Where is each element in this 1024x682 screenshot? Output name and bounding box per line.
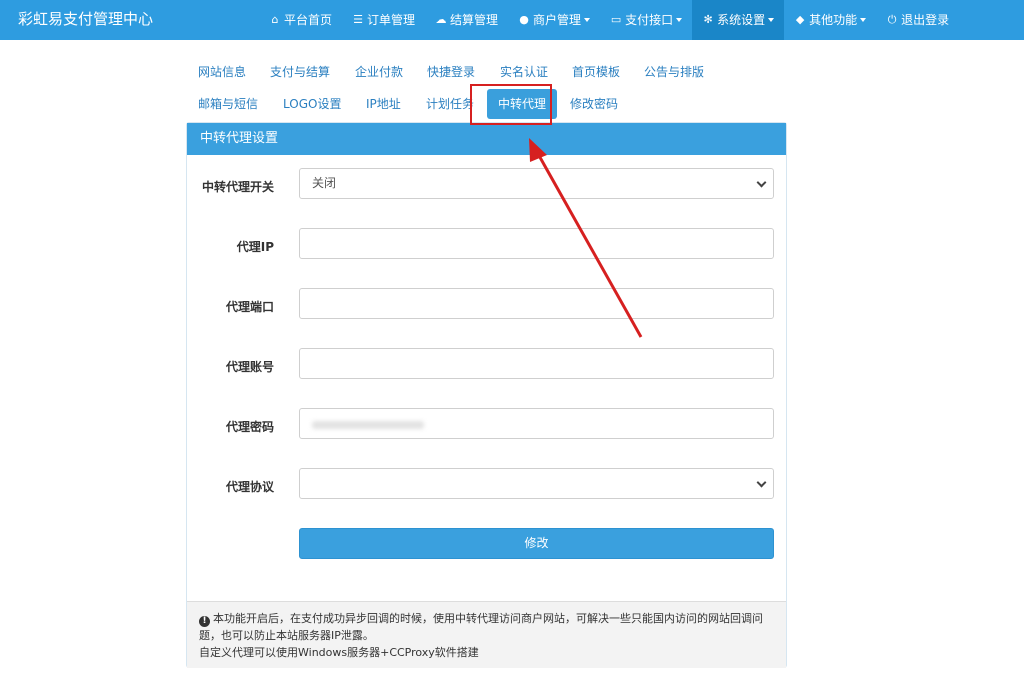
nav-item-label: 退出登录 <box>901 13 950 27</box>
help-text-1: 本功能开启后，在支付成功异步回调的时候，使用中转代理访问商户网站，可解决一些只能… <box>199 612 763 642</box>
power-icon: ⏻ <box>887 13 897 26</box>
panel-footer: ! 本功能开启后，在支付成功异步回调的时候，使用中转代理访问商户网站，可解决一些只… <box>187 601 786 668</box>
proxy-port-label: 代理端口 <box>225 300 274 314</box>
brand-title[interactable]: 彩虹易支付管理中心 <box>18 0 153 40</box>
nav-item-7[interactable]: ⏻ 退出登录 <box>876 0 959 40</box>
proxy-settings-panel: 中转代理设置 中转代理开关 关闭 代理IP 代理端口 代理账号 代理密码 代理协… <box>186 122 787 668</box>
nav-item-label: 支付接口 <box>625 13 674 27</box>
proxy-port-input[interactable] <box>299 288 774 319</box>
proxy-switch-label: 中转代理开关 <box>201 180 274 194</box>
proxy-protocol-label: 代理协议 <box>225 480 274 494</box>
tab-row2-2[interactable]: IP地址 <box>355 89 412 119</box>
nav-item-6[interactable]: ◆ 其他功能 <box>784 0 876 40</box>
nav-item-4[interactable]: ▭ 支付接口 <box>600 0 692 40</box>
nav-item-2[interactable]: ☁ 结算管理 <box>425 0 508 40</box>
home-icon: ⌂ <box>271 13 279 26</box>
proxy-password-label: 代理密码 <box>225 420 274 434</box>
redacted-password <box>312 421 424 429</box>
card-icon: ▭ <box>610 13 622 26</box>
nav-item-1[interactable]: ☰ 订单管理 <box>342 0 425 40</box>
caret-down-icon <box>584 18 591 22</box>
tab-row1-1[interactable]: 支付与结算 <box>259 57 341 87</box>
help-text-2: 自定义代理可以使用Windows服务器+CCProxy软件搭建 <box>199 646 479 659</box>
proxy-account-input[interactable] <box>299 348 774 379</box>
user-icon: ● <box>519 13 529 26</box>
proxy-switch-select[interactable]: 关闭 <box>299 168 774 199</box>
cube-icon: ◆ <box>795 13 805 26</box>
caret-down-icon <box>676 18 683 22</box>
tab-row2-0[interactable]: 邮箱与短信 <box>187 89 269 119</box>
nav-item-label: 系统设置 <box>717 13 766 27</box>
proxy-account-label: 代理账号 <box>225 360 274 374</box>
nav-item-0[interactable]: ⌂ 平台首页 <box>259 0 342 40</box>
nav-item-label: 其他功能 <box>809 13 858 27</box>
tab-row1-2[interactable]: 企业付款 <box>344 57 414 87</box>
caret-down-icon <box>768 18 775 22</box>
gear-icon: ✻ <box>703 13 713 26</box>
nav-item-label: 结算管理 <box>450 13 499 27</box>
proxy-switch-value: 关闭 <box>312 176 337 190</box>
tab-row1-6[interactable]: 公告与排版 <box>633 57 715 87</box>
main-nav: ⌂ 平台首页 ☰ 订单管理 ☁ 结算管理 ● 商户管理 ▭ 支付接口 ✻ 系统设置 ◆ 其他功能 ⏻ 退出登录 <box>259 0 959 40</box>
tab-row1-5[interactable]: 首页模板 <box>561 57 631 87</box>
nav-item-label: 平台首页 <box>284 13 333 27</box>
chevron-down-icon <box>756 177 767 188</box>
top-navbar: 彩虹易支付管理中心 ⌂ 平台首页 ☰ 订单管理 ☁ 结算管理 ● 商户管理 ▭ 支付接口 ✻ 系统设置… <box>0 0 1024 40</box>
caret-down-icon <box>860 18 867 22</box>
cloud-icon: ☁ <box>435 13 447 26</box>
list-icon: ☰ <box>353 13 363 26</box>
panel-title: 中转代理设置 <box>187 123 786 155</box>
proxy-protocol-select[interactable] <box>299 468 774 499</box>
proxy-password-input[interactable] <box>299 408 774 439</box>
tab-row1-4[interactable]: 实名认证 <box>489 57 559 87</box>
info-icon: ! <box>199 616 210 627</box>
tab-row1-0[interactable]: 网站信息 <box>187 57 257 87</box>
proxy-ip-label: 代理IP <box>236 240 274 254</box>
nav-item-label: 订单管理 <box>367 13 416 27</box>
tab-row1-3[interactable]: 快捷登录 <box>416 57 486 87</box>
annotation-highlight-box <box>470 84 552 125</box>
tab-row2-1[interactable]: LOGO设置 <box>272 89 352 119</box>
submit-button[interactable]: 修改 <box>299 528 774 559</box>
proxy-ip-input[interactable] <box>299 228 774 259</box>
chevron-down-icon <box>756 477 767 488</box>
tab-row2-5[interactable]: 修改密码 <box>559 89 629 119</box>
help-line-1: ! 本功能开启后，在支付成功异步回调的时候，使用中转代理访问商户网站，可解决一些只… <box>199 610 774 644</box>
nav-item-label: 商户管理 <box>533 13 582 27</box>
nav-item-5[interactable]: ✻ 系统设置 <box>692 0 785 40</box>
nav-item-3[interactable]: ● 商户管理 <box>508 0 600 40</box>
